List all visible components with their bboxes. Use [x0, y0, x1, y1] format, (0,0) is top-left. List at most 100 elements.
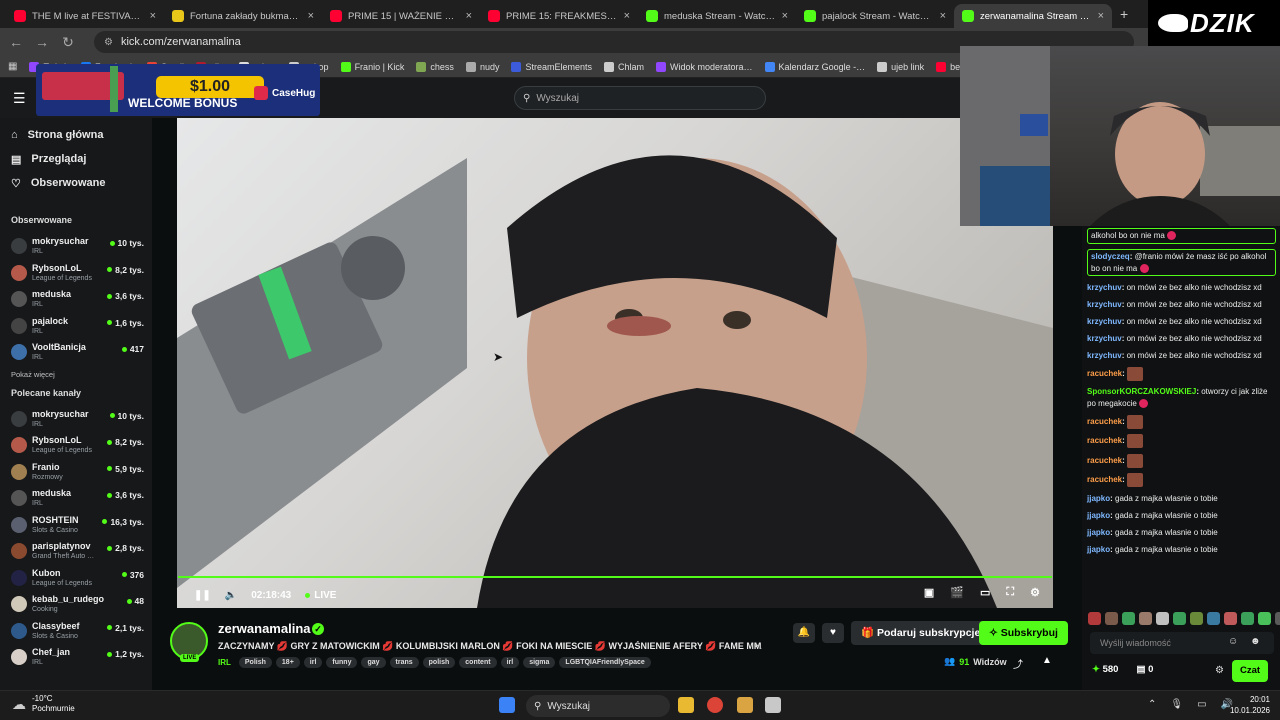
microphone-icon[interactable]: 🎙 — [1170, 699, 1183, 710]
chat-settings-icon[interactable]: ⚙ — [1215, 665, 1224, 676]
chat-username[interactable]: jjapko — [1087, 528, 1110, 537]
browser-tab[interactable]: Fortuna zakłady bukmacherskie × — [164, 4, 322, 28]
bookmark-item[interactable]: Franio | Kick — [340, 61, 404, 72]
video-player[interactable]: ➤ — [177, 118, 1053, 608]
shop-display[interactable]: ▤ 0 — [1136, 664, 1153, 675]
network-icon[interactable]: ▭ — [1197, 699, 1206, 710]
sidebar-nav-item[interactable]: ▤ Przeglądaj — [11, 147, 152, 171]
quick-emote-icon[interactable] — [1156, 612, 1169, 625]
chat-username[interactable]: racuchek — [1087, 417, 1122, 426]
quick-emote-icon[interactable] — [1105, 612, 1118, 625]
quick-emote-icon[interactable] — [1224, 612, 1237, 625]
quick-emote-icon[interactable] — [1139, 612, 1152, 625]
volume-icon[interactable]: 🔈 — [225, 590, 237, 601]
chat-username[interactable]: racuchek — [1087, 475, 1122, 484]
sidebar-channel[interactable]: RybsonLoL League of Legends 8,2 tys. — [11, 432, 152, 459]
stream-tag[interactable]: trans — [389, 657, 419, 668]
chat-username[interactable]: jjapko — [1087, 494, 1110, 503]
sidebar-channel[interactable]: Chef_jan IRL 1,2 tys. — [11, 644, 152, 671]
tab-close-icon[interactable]: × — [940, 10, 946, 22]
bookmark-item[interactable]: Widok moderatora… — [656, 61, 753, 72]
chat-username[interactable]: jjapko — [1087, 511, 1110, 520]
bookmark-item[interactable]: nudy — [465, 61, 499, 72]
stream-tag[interactable]: irl — [500, 657, 520, 668]
browser-tab[interactable]: zerwanamalina Stream - Watc… × — [954, 4, 1112, 28]
tab-close-icon[interactable]: × — [782, 10, 788, 22]
follow-heart-button[interactable]: ♥ — [822, 623, 844, 643]
tab-close-icon[interactable]: × — [150, 10, 156, 22]
new-tab-icon[interactable]: + — [1120, 6, 1128, 22]
tab-close-icon[interactable]: × — [624, 10, 630, 22]
quick-emote-icon[interactable] — [1258, 612, 1271, 625]
tab-close-icon[interactable]: × — [1098, 10, 1104, 22]
points-display[interactable]: ✦ 580 — [1092, 664, 1118, 675]
bookmark-item[interactable]: ujeb link — [877, 61, 924, 72]
category-link[interactable]: IRL — [218, 658, 231, 667]
quick-emote-icon[interactable] — [1190, 612, 1203, 625]
stream-tag[interactable]: 18+ — [275, 657, 300, 668]
chat-send-button[interactable]: Czat — [1232, 660, 1268, 682]
theater-mode-icon[interactable]: ▭ — [980, 586, 990, 599]
bookmark-item[interactable]: chess — [416, 61, 454, 72]
share-icon[interactable]: ⤴ — [1013, 656, 1023, 671]
sidebar-channel[interactable]: mokrysuchar IRL 10 tys. — [11, 406, 152, 433]
stream-tag[interactable]: sigma — [523, 657, 556, 668]
reload-icon[interactable]: ↻ — [60, 34, 76, 50]
menu-icon[interactable]: ☰ — [13, 90, 26, 107]
stream-tag[interactable]: content — [459, 657, 497, 668]
bookmark-item[interactable]: Kalendarz Google -… — [764, 61, 865, 72]
browser-tab[interactable]: pajalock Stream - Watch Live on… × — [796, 4, 954, 28]
sidebar-channel[interactable]: meduska IRL 3,6 tys. — [11, 485, 152, 512]
fullscreen-icon[interactable]: ⛶ — [1006, 586, 1014, 599]
sidebar-channel[interactable]: Franio Rozmowy 5,9 tys. — [11, 459, 152, 486]
chat-username[interactable]: slodyczeq — [1091, 252, 1130, 261]
show-more-followed[interactable]: Pokaż więcej — [11, 366, 152, 384]
chat-username[interactable]: krzychuv — [1087, 283, 1122, 292]
channel-name[interactable]: zerwanamalina — [218, 621, 311, 636]
bookmark-item[interactable]: be — [936, 61, 960, 72]
quick-emote-icon[interactable] — [1241, 612, 1254, 625]
taskbar-search[interactable]: ⚲ Wyszukaj — [526, 695, 670, 717]
sidebar-nav-item[interactable]: ⌂ Strona główna — [11, 123, 152, 147]
browser-tab[interactable]: PRIME 15 | WAŻENIE + ZADYMA × — [322, 4, 480, 28]
system-clock[interactable]: 20:01 10.01.2026 — [1230, 694, 1270, 716]
stream-tag[interactable]: irl — [303, 657, 323, 668]
emote-picker-icon[interactable]: ☺ — [1228, 636, 1238, 647]
chrome-icon[interactable] — [707, 697, 723, 713]
emoji-icon[interactable]: ☻ — [1250, 636, 1261, 647]
miniplayer-icon[interactable]: ▣ — [924, 586, 934, 599]
file-explorer-icon[interactable] — [678, 697, 694, 713]
search-input[interactable]: ⚲ Wyszukaj — [514, 86, 766, 110]
chat-username[interactable]: racuchek — [1087, 436, 1122, 445]
title-expand-chevron-icon[interactable]: ⌄ — [752, 639, 760, 650]
quick-emote-icon[interactable] — [1275, 612, 1280, 625]
sidebar-channel[interactable]: mokrysuchar IRL 10 tys. — [11, 233, 152, 260]
stream-tag[interactable]: polish — [422, 657, 456, 668]
sidebar-channel[interactable]: kebab_u_rudego Cooking 48 — [11, 591, 152, 618]
sidebar-channel[interactable]: ROSHTEIN Slots & Casino 16,3 tys. — [11, 512, 152, 539]
quick-emote-icon[interactable] — [1207, 612, 1220, 625]
chat-username[interactable]: racuchek — [1087, 456, 1122, 465]
sidebar-channel[interactable]: Classybeef Slots & Casino 2,1 tys. — [11, 618, 152, 645]
chat-username[interactable]: SponsorKORCZAKOWSKIEJ — [1087, 387, 1196, 396]
pause-icon[interactable]: ❚❚ — [194, 590, 211, 601]
site-info-icon[interactable]: ⚙ — [104, 37, 113, 48]
ad-banner[interactable]: $1.00 WELCOME BONUS CaseHug — [36, 64, 320, 116]
sidebar-channel[interactable]: Kubon League of Legends 376 — [11, 565, 152, 592]
app-icon[interactable] — [737, 697, 753, 713]
sidebar-channel[interactable]: parisplatynov Grand Theft Auto … 2,8 tys. — [11, 538, 152, 565]
chat-username[interactable]: krzychuv — [1087, 334, 1122, 343]
chat-input[interactable]: Wyślij wiadomość — [1090, 632, 1274, 654]
sidebar-channel[interactable]: RybsonLoL League of Legends 8,2 tys. — [11, 260, 152, 287]
stream-tag[interactable]: funny — [326, 657, 358, 668]
bookmark-item[interactable]: Chlam — [604, 61, 644, 72]
weather-widget[interactable]: ☁ -10°C Pochmurnie — [12, 694, 75, 714]
stream-tag[interactable]: LGBTQIAFriendlySpace — [559, 657, 651, 668]
browser-tab[interactable]: PRIME 15: FREAKMESS | 24H PR… × — [480, 4, 638, 28]
stream-tag[interactable]: Polish — [238, 657, 272, 668]
apps-icon[interactable]: ▦ — [8, 61, 17, 72]
browser-tab[interactable]: THE M live at FESTIVALAND 20… × — [6, 4, 164, 28]
report-icon[interactable]: ▲ — [1042, 655, 1052, 666]
playback-progress[interactable] — [178, 576, 1052, 578]
quick-emote-icon[interactable] — [1122, 612, 1135, 625]
